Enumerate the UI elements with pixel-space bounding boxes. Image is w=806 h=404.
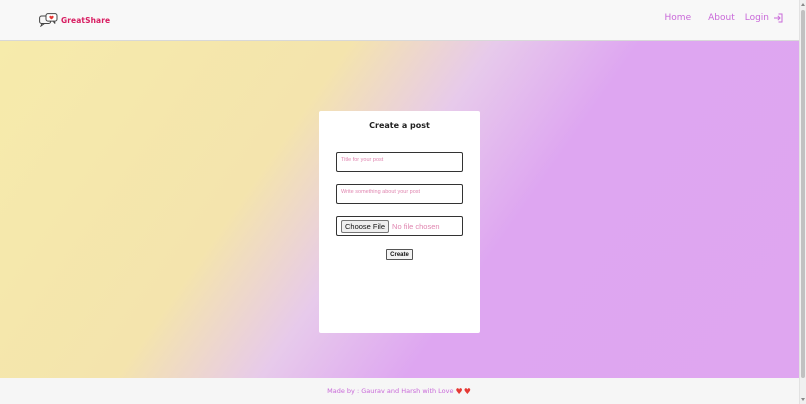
scroll-down-arrow-icon[interactable] <box>801 398 805 401</box>
file-input: Choose File No file chosen <box>336 216 463 236</box>
post-description-placeholder: Write something about your post <box>341 189 421 195</box>
nav-home-link[interactable]: Home <box>665 13 692 23</box>
create-button[interactable]: Create <box>386 249 413 260</box>
nav-about-link[interactable]: About <box>708 13 735 23</box>
main-nav: Home About Login <box>665 13 783 23</box>
logo[interactable]: GreatShare <box>39 12 110 28</box>
post-title-input[interactable]: Title for your post <box>336 152 463 172</box>
vertical-scrollbar[interactable] <box>799 0 806 404</box>
nav-login-link[interactable]: Login <box>745 13 783 23</box>
main-area: Create a post Title for your post Write … <box>0 41 799 378</box>
logo-text: GreatShare <box>61 15 111 25</box>
post-title-placeholder: Title for your post <box>341 157 384 163</box>
nav-login-label: Login <box>744 13 769 23</box>
card-title: Create a post <box>369 121 430 130</box>
login-arrow-icon <box>774 13 783 23</box>
footer: Made by : Gaurav and Harsh with Love ♥♥ <box>0 378 799 404</box>
scroll-thumb[interactable] <box>801 10 805 378</box>
post-description-input[interactable]: Write something about your post <box>336 184 463 204</box>
heart-icon: ♥♥ <box>455 386 472 396</box>
file-status: No file chosen <box>392 221 440 231</box>
chat-bubbles-logo-icon <box>39 13 58 27</box>
scroll-up-arrow-icon[interactable] <box>801 3 805 6</box>
header: GreatShare Home About Login <box>0 0 799 41</box>
footer-text: Made by : Gaurav and Harsh with Love <box>327 387 454 395</box>
create-post-card: Create a post Title for your post Write … <box>319 111 480 333</box>
choose-file-button[interactable]: Choose File <box>341 219 390 233</box>
